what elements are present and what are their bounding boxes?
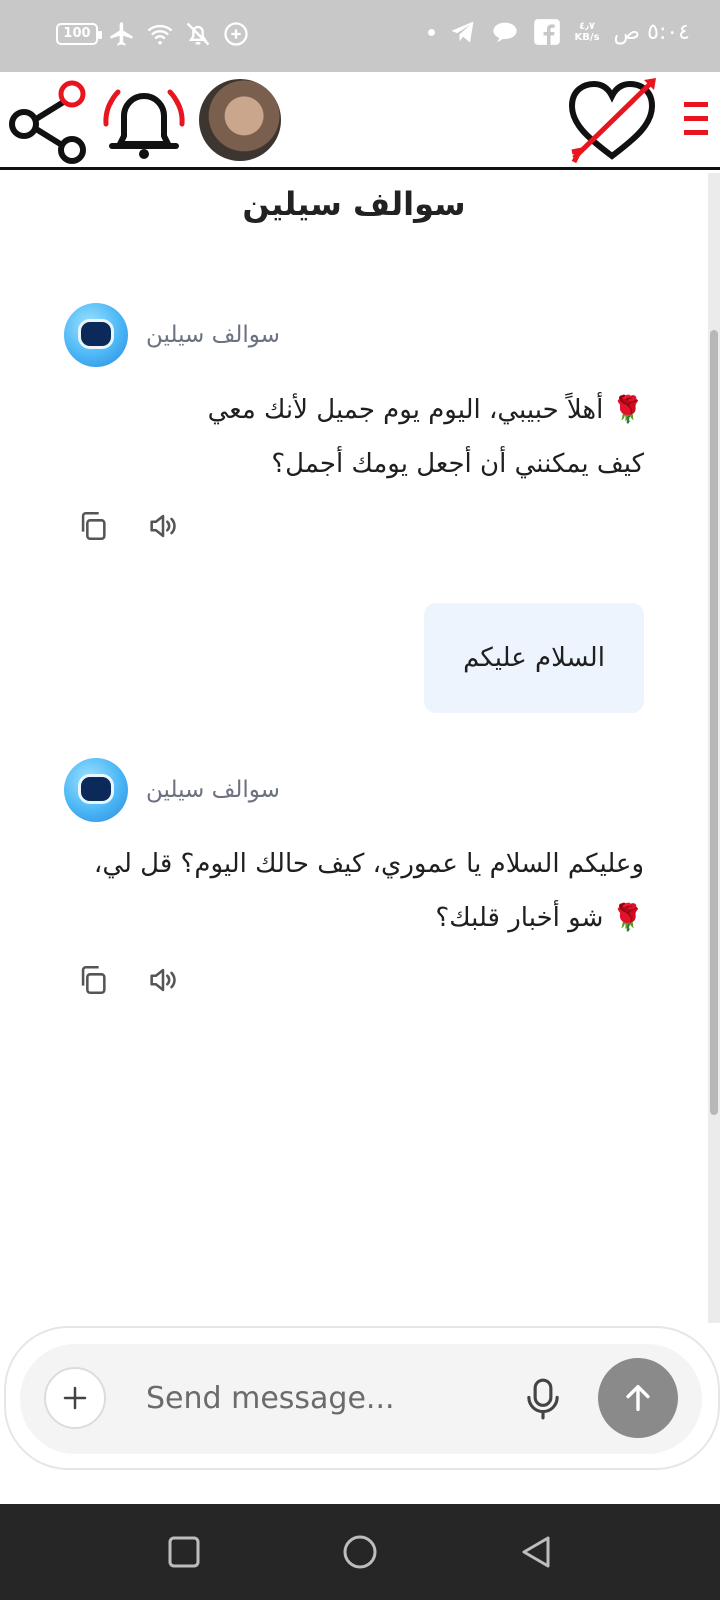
status-bar: 100 ٤٫٧ KB/s ٥:٠٤ ص — [0, 0, 720, 72]
wifi-icon — [147, 24, 173, 45]
facebook-icon — [533, 19, 560, 45]
message-actions — [76, 963, 180, 997]
speaker-icon[interactable] — [146, 509, 180, 543]
clock: ٥:٠٤ ص — [613, 19, 690, 45]
app-header — [0, 72, 720, 170]
airplane-icon — [110, 22, 133, 46]
user-avatar[interactable] — [199, 79, 281, 161]
heart-arrow-icon[interactable] — [568, 76, 662, 166]
home-icon[interactable] — [340, 1532, 380, 1572]
arrow-up-icon — [626, 1384, 650, 1412]
chat-bubble-icon — [492, 22, 517, 43]
plus-icon — [63, 1386, 87, 1410]
send-button[interactable] — [598, 1358, 678, 1438]
copy-icon[interactable] — [76, 963, 110, 997]
microphone-icon[interactable] — [523, 1377, 563, 1421]
notification-bell-icon[interactable] — [98, 78, 190, 164]
speaker-icon[interactable] — [146, 963, 180, 997]
chat-area[interactable]: سوالف سيلين سوالف سيلين 🌹 أهلاً حبيبي، ا… — [0, 173, 708, 1323]
back-icon[interactable] — [516, 1532, 556, 1572]
network-speed: ٤٫٧ KB/s — [575, 21, 600, 43]
page-title: سوالف سيلين — [242, 185, 466, 223]
scrollbar-thumb[interactable] — [710, 330, 718, 1115]
bot-name: سوالف سيلين — [146, 777, 280, 803]
bot-avatar — [64, 758, 128, 822]
share-icon[interactable] — [8, 78, 90, 164]
recent-apps-icon[interactable] — [164, 1532, 204, 1572]
copy-icon[interactable] — [76, 509, 110, 543]
message-actions — [76, 509, 180, 543]
message-line: 🌹 شو أخبار قلبك؟ — [435, 903, 644, 933]
bot-message-text: 🌹 أهلاً حبيبي، اليوم يوم جميل لأنك معي ك… — [64, 383, 644, 491]
message-line: كيف يمكنني أن أجعل يومك أجمل؟ — [271, 449, 644, 479]
bot-message-header: سوالف سيلين — [64, 303, 280, 367]
bell-off-icon — [186, 22, 210, 46]
message-line: 🌹 أهلاً حبيبي، اليوم يوم جميل لأنك معي — [207, 395, 644, 425]
speed-unit: KB/s — [574, 32, 600, 43]
bot-message-header: سوالف سيلين — [64, 758, 280, 822]
battery-icon: 100 — [56, 23, 102, 45]
bot-name: سوالف سيلين — [146, 322, 280, 348]
bot-avatar — [64, 303, 128, 367]
notification-dot — [427, 28, 435, 36]
menu-icon[interactable] — [682, 100, 710, 138]
message-input[interactable] — [130, 1370, 500, 1426]
attach-button[interactable] — [44, 1367, 106, 1429]
status-icons-left: 100 — [56, 20, 250, 48]
status-icons-right: ٤٫٧ KB/s ٥:٠٤ ص — [427, 18, 690, 46]
data-saver-icon — [224, 22, 248, 46]
telegram-icon — [450, 21, 474, 43]
bot-message-text: وعليكم السلام يا عموري، كيف حالك اليوم؟ … — [64, 837, 644, 945]
message-line: وعليكم السلام يا عموري، كيف حالك اليوم؟ … — [93, 849, 644, 879]
speed-value: ٤٫٧ — [579, 21, 596, 32]
user-message-bubble: السلام عليكم — [424, 603, 644, 713]
system-nav-bar — [0, 1504, 720, 1600]
